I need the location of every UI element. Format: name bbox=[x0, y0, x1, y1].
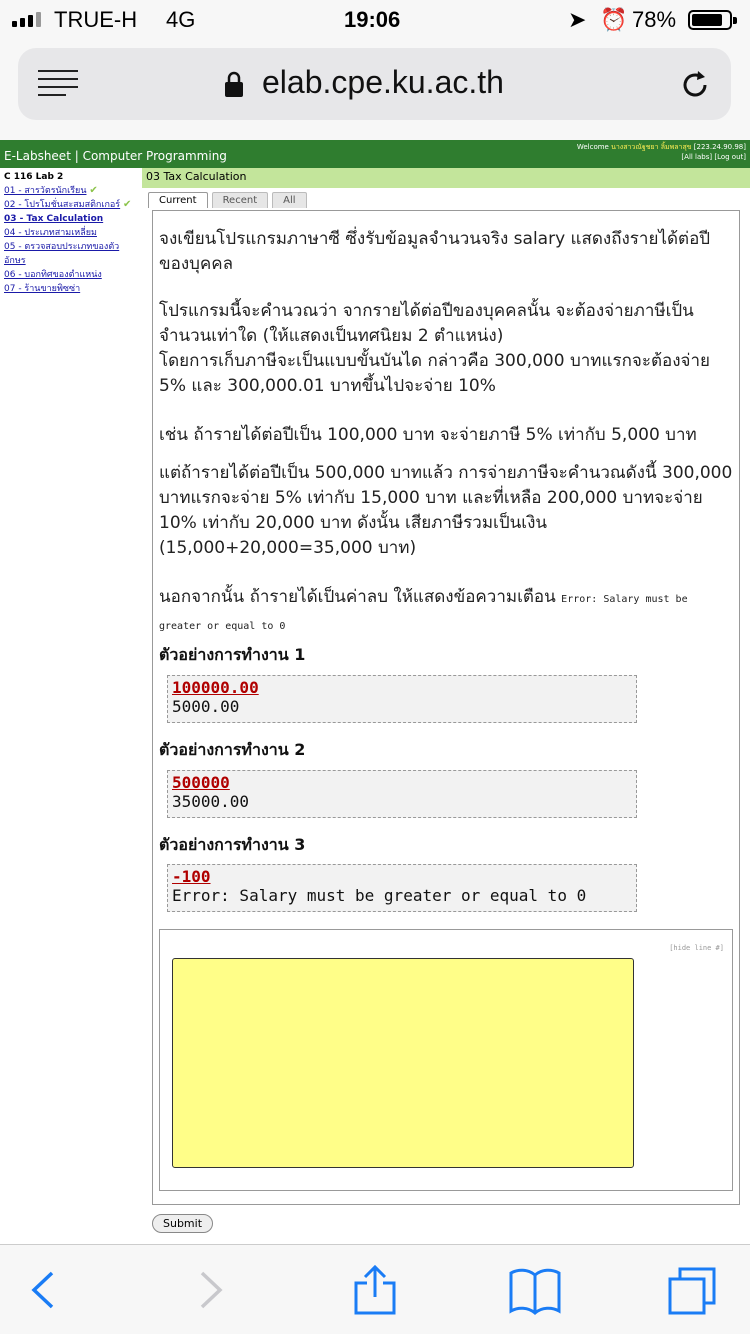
example-heading: ตัวอย่างการทำงาน 1 bbox=[159, 645, 306, 664]
example-box: -100 Error: Salary must be greater or eq… bbox=[167, 864, 637, 912]
example-output: Error: Salary must be greater or equal t… bbox=[172, 886, 587, 905]
submit-button[interactable]: Submit bbox=[152, 1214, 214, 1233]
example-input: -100 bbox=[172, 867, 211, 886]
battery-icon bbox=[688, 10, 737, 30]
tab-all[interactable]: All bbox=[272, 192, 307, 208]
hide-line-toggle[interactable]: [hide line #] bbox=[669, 944, 724, 952]
clock: 19:06 bbox=[344, 7, 401, 32]
carrier-label: TRUE-H bbox=[54, 7, 138, 32]
bookmarks-icon[interactable] bbox=[508, 1263, 562, 1317]
browser-chrome: elab.cpe.ku.ac.th bbox=[0, 40, 750, 140]
page-title: 03 Tax Calculation bbox=[142, 168, 750, 188]
browser-toolbar bbox=[0, 1244, 750, 1334]
address-bar[interactable]: elab.cpe.ku.ac.th bbox=[18, 48, 731, 120]
problem-paragraph: แต่ถ้ารายได้ต่อปีเป็น 500,000 บาทแล้ว กา… bbox=[159, 463, 733, 558]
example-heading: ตัวอย่างการทำงาน 3 bbox=[159, 835, 306, 854]
example-input: 100000.00 bbox=[172, 678, 259, 697]
sidebar-item-label[interactable]: 02 - โปรโมชั่นสะสมสติกเกอร์ bbox=[4, 200, 120, 210]
welcome-area: Welcome นางสาวณัฐชยา ลิ้มพลาสุข [223.24.… bbox=[577, 142, 746, 162]
code-editor[interactable] bbox=[172, 958, 634, 1168]
site-header: E-Labsheet | Computer Programming Welcom… bbox=[0, 140, 750, 168]
sidebar-header: C 116 Lab 2 bbox=[4, 172, 64, 182]
problem-paragraph: โดยการเก็บภาษีจะเป็นแบบขั้นบันได กล่าวคื… bbox=[159, 351, 710, 396]
user-name: นางสาวณัฐชยา ลิ้มพลาสุข bbox=[611, 143, 692, 151]
sidebar-item-label[interactable]: 01 - สารวัตรนักเรียน bbox=[4, 186, 86, 196]
network-label: 4G bbox=[166, 7, 196, 32]
reload-icon[interactable] bbox=[678, 68, 712, 102]
problem-paragraph: โปรแกรมนี้จะคำนวณว่า จากรายได้ต่อปีของบุ… bbox=[159, 301, 694, 346]
example-box: 100000.00 5000.00 bbox=[167, 675, 637, 723]
signal-icon bbox=[12, 12, 41, 27]
alarm-icon: ⏰ bbox=[600, 7, 628, 32]
tabs-icon[interactable] bbox=[666, 1263, 720, 1317]
menu-icon[interactable] bbox=[38, 70, 78, 98]
code-editor-frame: [hide line #] bbox=[159, 929, 733, 1191]
example-output: 5000.00 bbox=[172, 697, 240, 716]
problem-paragraph: จงเขียนโปรแกรมภาษาซี ซึ่งรับข้อมูลจำนวนจ… bbox=[159, 229, 711, 274]
forward-icon[interactable] bbox=[184, 1263, 238, 1317]
sidebar-item-07[interactable]: 07 - ร้านขายพิซซ่า bbox=[4, 282, 138, 296]
site-title: E-Labsheet | Computer Programming bbox=[4, 149, 227, 163]
lock-icon bbox=[225, 71, 243, 97]
example-output: 35000.00 bbox=[172, 792, 250, 811]
battery-percent: 78% bbox=[632, 7, 677, 32]
problem-paragraph: เช่น ถ้ารายได้ต่อปีเป็น 100,000 บาท จะจ่… bbox=[159, 425, 697, 445]
example-box: 500000 35000.00 bbox=[167, 770, 637, 818]
ip-address: [223.24.90.98] bbox=[693, 143, 746, 151]
tab-bar: Current Recent All bbox=[148, 192, 307, 208]
problem-paragraph: นอกจากนั้น ถ้ารายได้เป็นค่าลบ ให้แสดงข้อ… bbox=[159, 585, 733, 639]
share-icon[interactable] bbox=[348, 1263, 402, 1317]
url-text[interactable]: elab.cpe.ku.ac.th bbox=[262, 64, 504, 101]
main-content: 03 Tax Calculation Current Recent All จง… bbox=[142, 168, 750, 1244]
sidebar-item-03[interactable]: 03 - Tax Calculation bbox=[4, 212, 138, 226]
check-icon: ✔ bbox=[123, 199, 132, 210]
sidebar-item-05[interactable]: 05 - ตรวจสอบประเภทของตัวอักษร bbox=[4, 240, 138, 268]
header-links[interactable]: [All labs] [Log out] bbox=[577, 152, 746, 162]
back-icon[interactable] bbox=[16, 1263, 70, 1317]
problem-panel: จงเขียนโปรแกรมภาษาซี ซึ่งรับข้อมูลจำนวนจ… bbox=[152, 210, 740, 1205]
sidebar-item-01[interactable]: 01 - สารวัตรนักเรียน ✔ bbox=[4, 184, 138, 198]
sidebar: C 116 Lab 2 01 - สารวัตรนักเรียน ✔ 02 - … bbox=[4, 172, 138, 296]
location-icon: ➤ bbox=[568, 7, 587, 32]
web-page: E-Labsheet | Computer Programming Welcom… bbox=[0, 140, 750, 1244]
warning-text: นอกจากนั้น ถ้ารายได้เป็นค่าลบ ให้แสดงข้อ… bbox=[159, 587, 556, 607]
tab-recent[interactable]: Recent bbox=[211, 192, 269, 208]
check-icon: ✔ bbox=[89, 185, 98, 196]
example-heading: ตัวอย่างการทำงาน 2 bbox=[159, 740, 306, 759]
sidebar-item-04[interactable]: 04 - ประเภทสามเหลี่ยม bbox=[4, 226, 138, 240]
sidebar-item-02[interactable]: 02 - โปรโมชั่นสะสมสติกเกอร์ ✔ bbox=[4, 198, 138, 212]
welcome-label: Welcome bbox=[576, 143, 609, 151]
sidebar-item-06[interactable]: 06 - บอกทิศของตำแหน่ง bbox=[4, 268, 138, 282]
tab-current[interactable]: Current bbox=[148, 192, 208, 208]
status-bar: TRUE-H 4G 19:06 ➤ ⏰ 78% bbox=[0, 0, 750, 40]
example-input: 500000 bbox=[172, 773, 230, 792]
